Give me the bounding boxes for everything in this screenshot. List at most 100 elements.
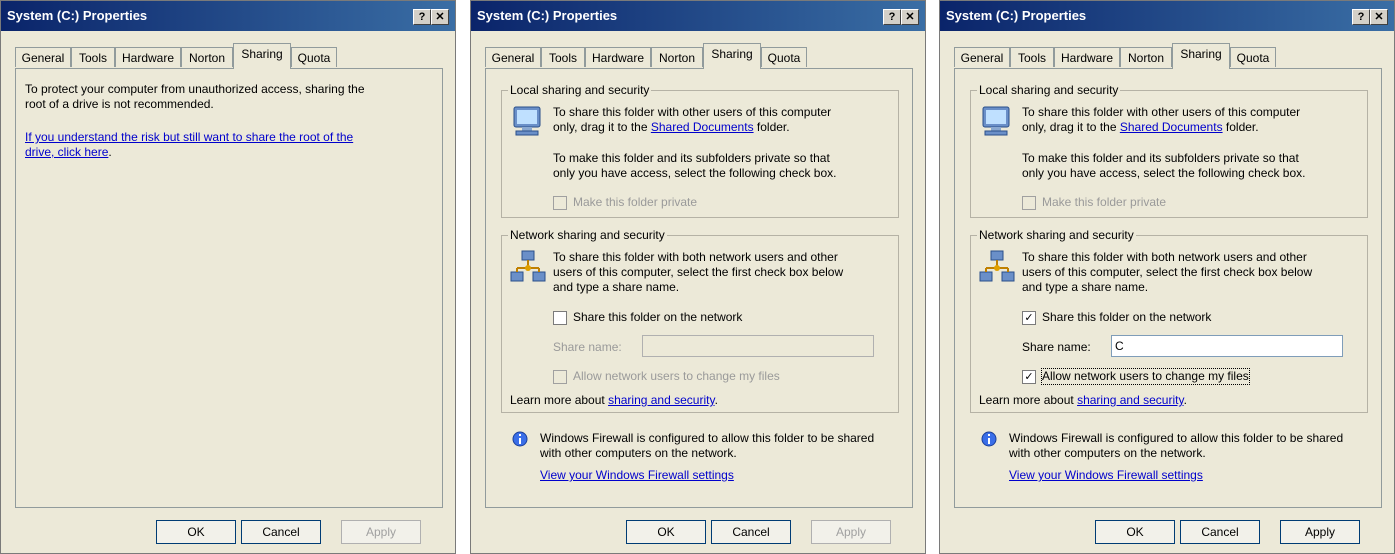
network-sharing-group-label: Network sharing and security — [508, 228, 667, 242]
network-computers-icon — [510, 250, 546, 282]
learn-more-pre: Learn more about — [510, 393, 609, 407]
cancel-button[interactable]: Cancel — [711, 520, 791, 544]
local-sharing-text-post: folder. — [1222, 120, 1259, 134]
warning-text-line2: root of a drive is not recommended. — [25, 97, 214, 111]
network-sharing-text-line3: and type a share name. — [1022, 280, 1149, 294]
allow-change-files-label: Allow network users to change my files — [573, 369, 780, 383]
ok-button[interactable]: OK — [156, 520, 236, 544]
allow-change-files-label: Allow network users to change my files — [1041, 368, 1250, 385]
local-sharing-group: Local sharing and security To share this… — [970, 83, 1368, 218]
checkmark-icon: ✓ — [1024, 371, 1034, 383]
share-root-risk-link-text[interactable]: drive, click here — [25, 145, 108, 159]
tab-quota[interactable]: Quota — [291, 47, 337, 67]
share-root-risk-link-line2[interactable]: drive, click here. — [25, 145, 112, 160]
local-sharing-group: Local sharing and security To share this… — [501, 83, 899, 218]
apply-button[interactable]: Apply — [1280, 520, 1360, 544]
tab-general[interactable]: General — [15, 47, 71, 67]
sharing-security-link[interactable]: sharing and security — [608, 393, 715, 407]
apply-button[interactable]: Apply — [811, 520, 891, 544]
network-sharing-group-label: Network sharing and security — [977, 228, 1136, 242]
local-sharing-text-line2: only, drag it to the Shared Documents fo… — [1022, 120, 1259, 135]
allow-change-files-checkbox[interactable]: ✓ — [1022, 370, 1036, 384]
network-sharing-group: Network sharing and security To share th… — [501, 228, 899, 413]
share-on-network-checkbox[interactable] — [553, 311, 567, 325]
share-name-input[interactable]: C — [1111, 335, 1343, 357]
network-sharing-group: Network sharing and security To share th… — [970, 228, 1368, 413]
tab-quota[interactable]: Quota — [761, 47, 807, 67]
tab-quota[interactable]: Quota — [1230, 47, 1276, 67]
tab-sharing[interactable]: Sharing — [1172, 43, 1230, 69]
share-name-label: Share name: — [553, 340, 622, 354]
tab-norton[interactable]: Norton — [1120, 47, 1172, 67]
network-sharing-text-line2: users of this computer, select the first… — [1022, 265, 1313, 279]
tab-norton[interactable]: Norton — [181, 47, 233, 67]
network-sharing-text-line1: To share this folder with both network u… — [1022, 250, 1307, 264]
help-button-icon[interactable]: ? — [1352, 9, 1370, 25]
tab-hardware[interactable]: Hardware — [115, 47, 181, 67]
local-sharing-text-pre: only, drag it to the — [1022, 120, 1120, 134]
tab-general[interactable]: General — [485, 47, 541, 67]
help-button-icon[interactable]: ? — [413, 9, 431, 25]
tab-hardware[interactable]: Hardware — [1054, 47, 1120, 67]
properties-dialog-share-disabled: System (C:) Properties ? ✕ General Tools… — [470, 0, 926, 554]
title-bar[interactable]: System (C:) Properties ? ✕ — [1, 1, 455, 31]
computer-monitor-icon — [513, 106, 541, 136]
learn-more-pre: Learn more about — [979, 393, 1078, 407]
private-folder-text-line2: only you have access, select the followi… — [1022, 166, 1306, 180]
make-private-label: Make this folder private — [573, 195, 698, 209]
learn-more-text: Learn more about sharing and security. — [510, 393, 718, 408]
private-folder-text-line1: To make this folder and its subfolders p… — [1022, 151, 1299, 165]
allow-change-files-checkbox[interactable] — [553, 370, 567, 384]
cancel-button[interactable]: Cancel — [1180, 520, 1260, 544]
tab-tools[interactable]: Tools — [71, 47, 115, 67]
ok-button[interactable]: OK — [626, 520, 706, 544]
close-icon[interactable]: ✕ — [901, 9, 919, 25]
firewall-text-line2: with other computers on the network. — [1009, 446, 1206, 460]
sharing-security-link[interactable]: sharing and security — [1077, 393, 1184, 407]
make-private-checkbox[interactable] — [1022, 196, 1036, 210]
private-folder-text-line1: To make this folder and its subfolders p… — [553, 151, 830, 165]
firewall-text-line2: with other computers on the network. — [540, 446, 737, 460]
window-title: System (C:) Properties — [7, 8, 148, 23]
firewall-settings-link[interactable]: View your Windows Firewall settings — [540, 468, 734, 483]
tab-tools[interactable]: Tools — [1010, 47, 1054, 67]
local-sharing-group-label: Local sharing and security — [977, 83, 1121, 97]
share-on-network-label: Share this folder on the network — [1042, 310, 1212, 324]
local-sharing-text-post: folder. — [753, 120, 790, 134]
sharing-tab-panel: To protect your computer from unauthoriz… — [15, 68, 443, 508]
tab-sharing[interactable]: Sharing — [233, 43, 291, 69]
network-sharing-text-line2: users of this computer, select the first… — [553, 265, 844, 279]
learn-more-post: . — [714, 393, 718, 407]
info-icon — [512, 431, 528, 447]
window-title: System (C:) Properties — [946, 8, 1087, 23]
apply-button[interactable]: Apply — [341, 520, 421, 544]
make-private-checkbox[interactable] — [553, 196, 567, 210]
tab-general[interactable]: General — [954, 47, 1010, 67]
ok-button[interactable]: OK — [1095, 520, 1175, 544]
shared-documents-link[interactable]: Shared Documents — [1120, 120, 1223, 134]
share-root-risk-link-line1[interactable]: If you understand the risk but still wan… — [25, 130, 353, 145]
title-bar[interactable]: System (C:) Properties ? ✕ — [940, 1, 1394, 31]
make-private-label: Make this folder private — [1042, 195, 1167, 209]
tab-sharing[interactable]: Sharing — [703, 43, 761, 69]
tab-norton[interactable]: Norton — [651, 47, 703, 67]
window-title: System (C:) Properties — [477, 8, 618, 23]
firewall-text-line1: Windows Firewall is configured to allow … — [1009, 431, 1344, 445]
local-sharing-text-line2: only, drag it to the Shared Documents fo… — [553, 120, 790, 135]
local-sharing-group-label: Local sharing and security — [508, 83, 652, 97]
close-icon[interactable]: ✕ — [1370, 9, 1388, 25]
share-on-network-checkbox[interactable]: ✓ — [1022, 311, 1036, 325]
warning-text-line1: To protect your computer from unauthoriz… — [25, 82, 365, 96]
title-bar[interactable]: System (C:) Properties ? ✕ — [471, 1, 925, 31]
share-on-network-label: Share this folder on the network — [573, 310, 743, 324]
share-name-input[interactable] — [642, 335, 874, 357]
checkmark-icon: ✓ — [1024, 312, 1034, 324]
tab-tools[interactable]: Tools — [541, 47, 585, 67]
close-icon[interactable]: ✕ — [431, 9, 449, 25]
tab-hardware[interactable]: Hardware — [585, 47, 651, 67]
firewall-settings-link[interactable]: View your Windows Firewall settings — [1009, 468, 1203, 483]
help-button-icon[interactable]: ? — [883, 9, 901, 25]
shared-documents-link[interactable]: Shared Documents — [651, 120, 754, 134]
cancel-button[interactable]: Cancel — [241, 520, 321, 544]
local-sharing-text-line1: To share this folder with other users of… — [553, 105, 832, 119]
